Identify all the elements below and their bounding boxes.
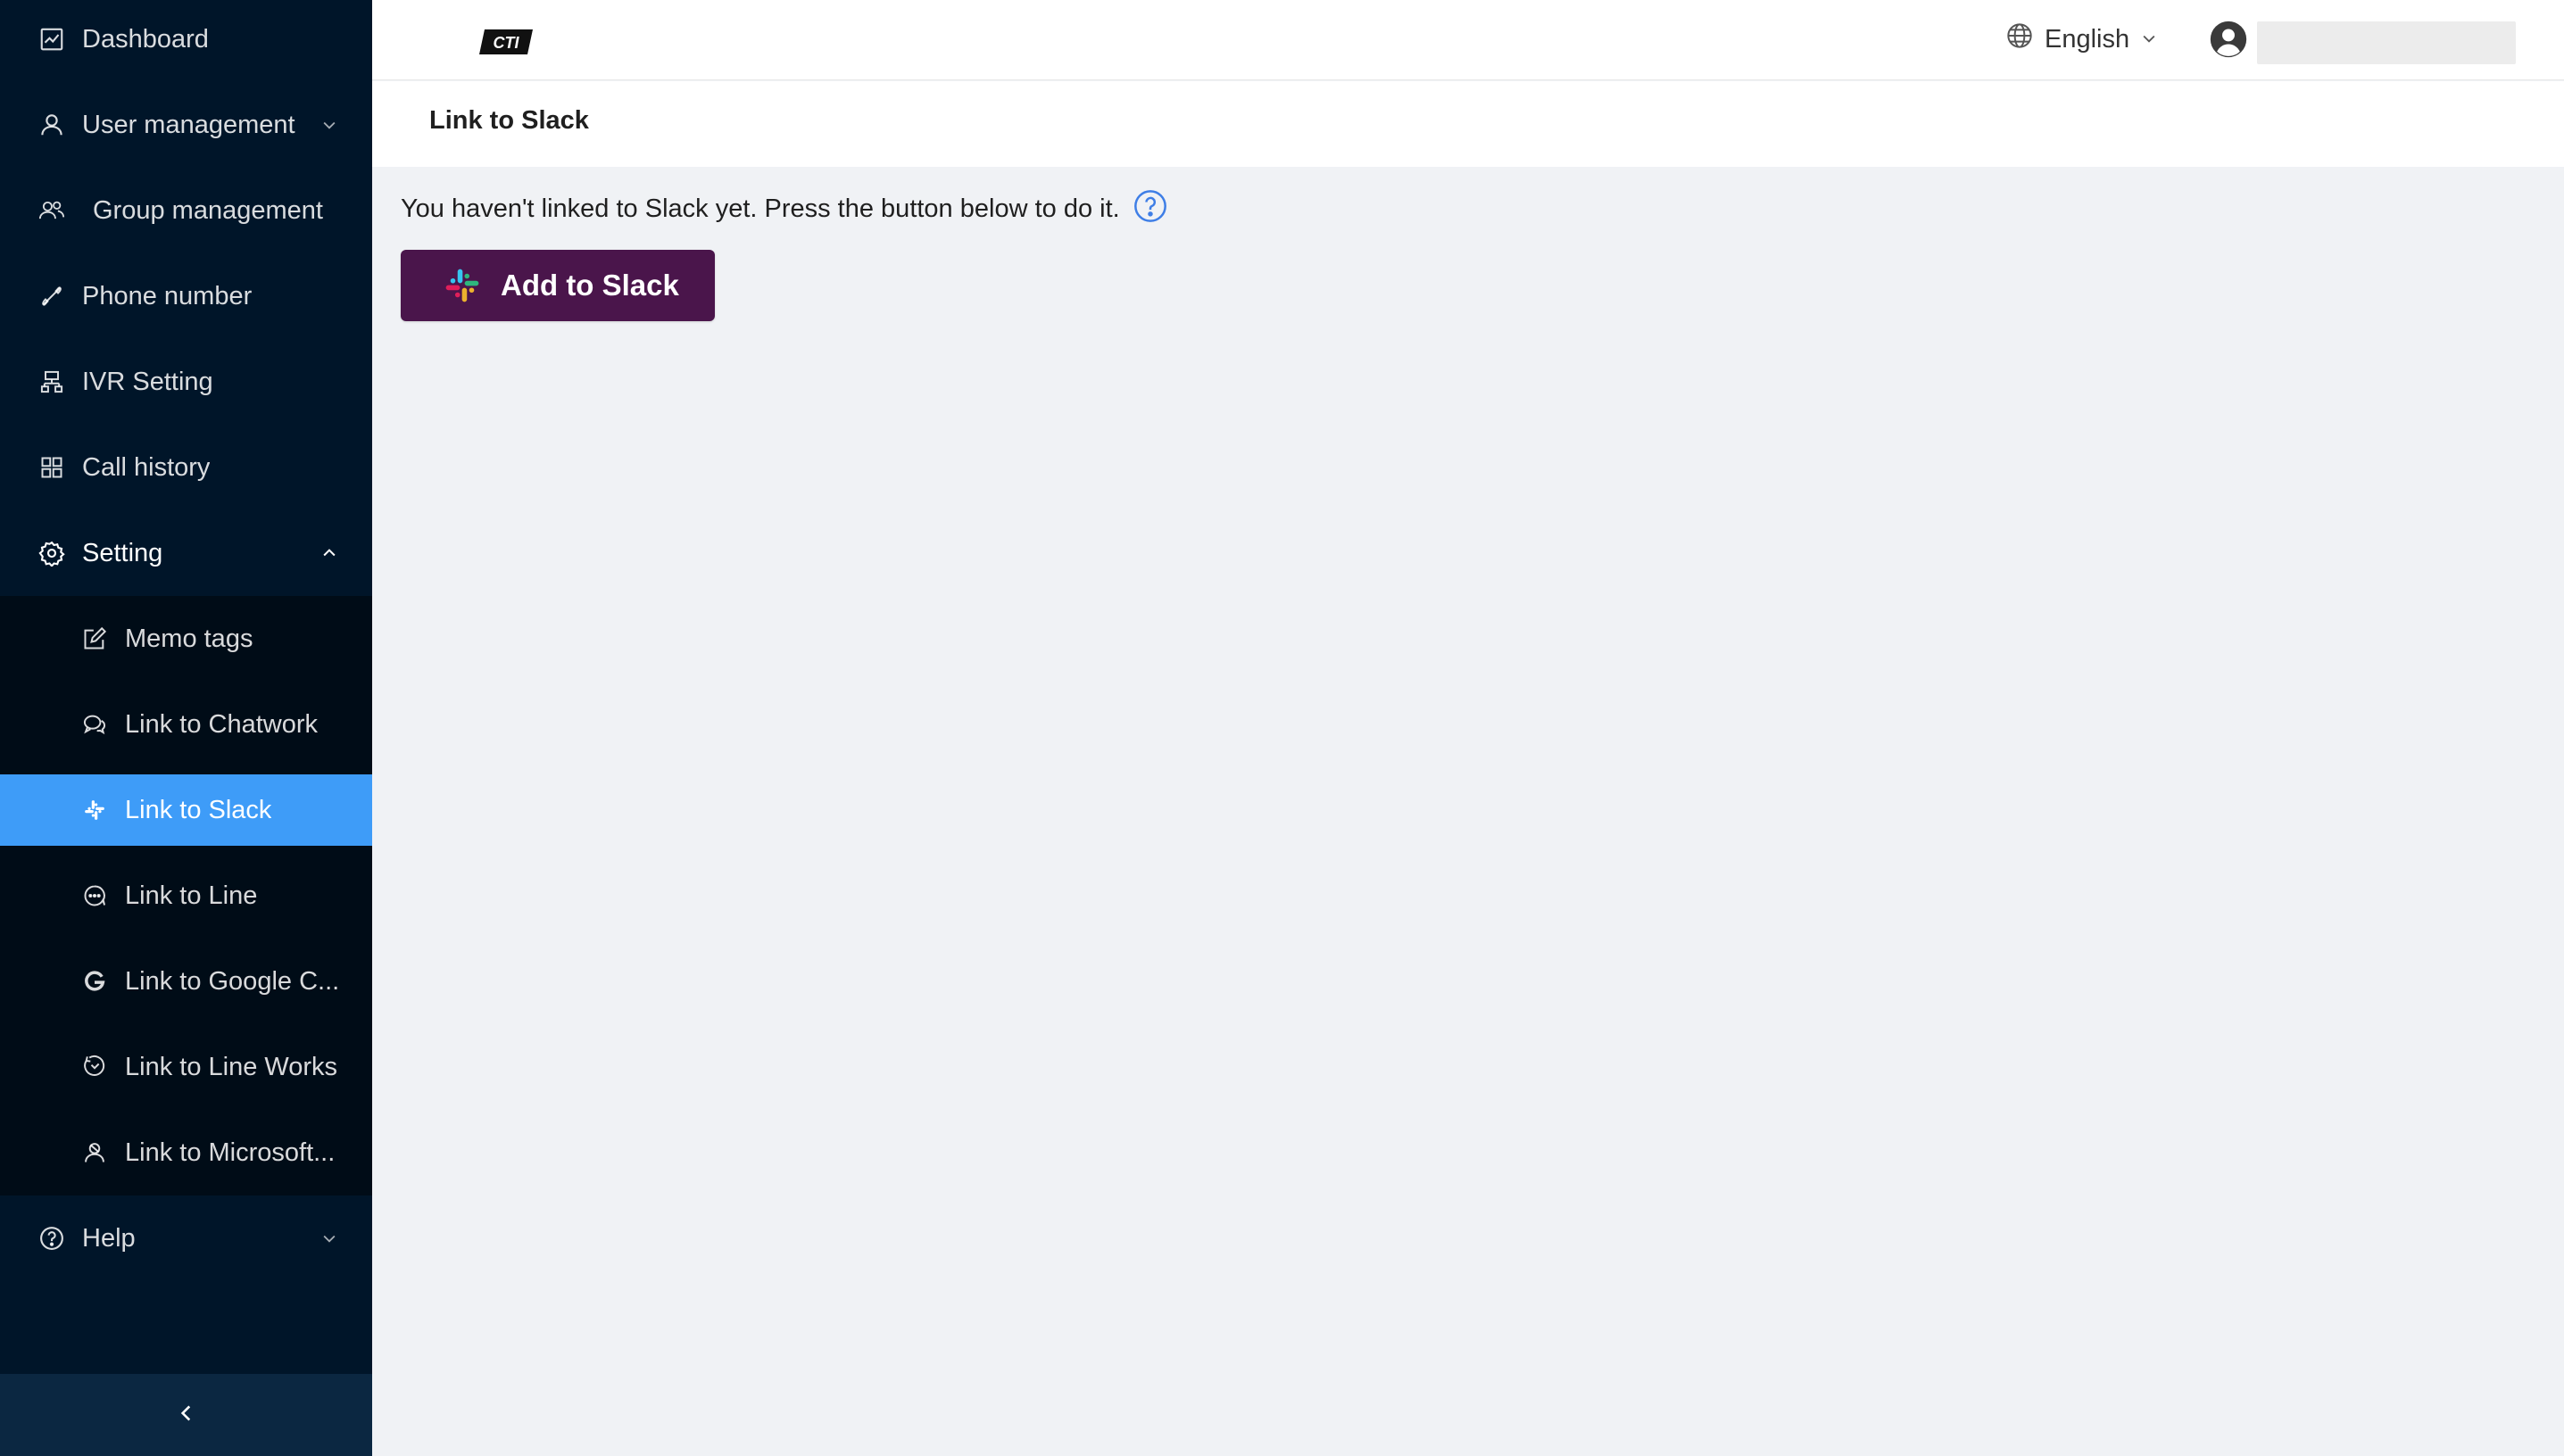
page-header: Link to Slack bbox=[372, 81, 2564, 167]
sidebar-item-link-google[interactable]: Link to Google C... bbox=[0, 946, 372, 1017]
chevron-down-icon bbox=[319, 1228, 340, 1249]
gear-icon bbox=[37, 539, 66, 567]
sidebar-collapse-button[interactable] bbox=[0, 1374, 372, 1456]
sidebar-item-help[interactable]: Help bbox=[0, 1203, 372, 1274]
line-works-icon bbox=[80, 1053, 109, 1081]
avatar[interactable] bbox=[2209, 20, 2248, 59]
sidebar-item-setting[interactable]: Setting bbox=[0, 517, 372, 589]
phone-icon bbox=[37, 282, 66, 310]
sidebar-item-link-microsoft[interactable]: Link to Microsoft... bbox=[0, 1117, 372, 1188]
google-icon bbox=[80, 967, 109, 996]
sidebar-item-user-management[interactable]: User management bbox=[0, 89, 372, 161]
sidebar-item-label: IVR Setting bbox=[82, 367, 213, 396]
sidebar-item-ivr-setting[interactable]: IVR Setting bbox=[0, 346, 372, 418]
user-name-redacted[interactable] bbox=[2257, 21, 2516, 64]
sidebar-item-label: Link to Slack bbox=[125, 795, 272, 824]
info-text: You haven't linked to Slack yet. Press t… bbox=[401, 194, 1120, 223]
cti-logo[interactable]: CTI bbox=[479, 29, 533, 54]
sidebar-item-label: User management bbox=[82, 110, 295, 139]
sidebar-item-label: Link to Microsoft... bbox=[125, 1138, 336, 1167]
add-to-slack-button[interactable]: Add to Slack bbox=[401, 250, 715, 321]
chevron-up-icon bbox=[319, 542, 340, 564]
sidebar-item-dashboard[interactable]: Dashboard bbox=[0, 4, 372, 75]
language-label: English bbox=[2045, 24, 2130, 54]
chevron-left-icon bbox=[175, 1402, 198, 1429]
edit-icon bbox=[80, 625, 109, 653]
add-to-slack-label: Add to Slack bbox=[501, 269, 679, 302]
main-content: You haven't linked to Slack yet. Press t… bbox=[401, 189, 1168, 321]
team-icon bbox=[37, 196, 66, 225]
sidebar-item-label: Link to Line bbox=[125, 881, 258, 910]
sidebar-item-label: Memo tags bbox=[125, 624, 253, 653]
globe-icon bbox=[2005, 21, 2034, 57]
chevron-down-icon bbox=[2140, 25, 2158, 54]
appstore-icon bbox=[37, 453, 66, 482]
sidebar-item-label: Phone number bbox=[82, 281, 253, 310]
slack-icon bbox=[80, 796, 109, 824]
sidebar-item-label: Help bbox=[82, 1223, 136, 1253]
page-title: Link to Slack bbox=[429, 106, 589, 135]
sidebar-item-phone-number[interactable]: Phone number bbox=[0, 261, 372, 332]
user-icon bbox=[37, 111, 66, 139]
sidebar-item-link-chatwork[interactable]: Link to Chatwork bbox=[0, 689, 372, 760]
top-header: CTI English bbox=[372, 0, 2564, 80]
sidebar-item-group-management[interactable]: Group management bbox=[0, 175, 372, 246]
chart-icon bbox=[37, 25, 66, 54]
sidebar-item-label: Link to Chatwork bbox=[125, 709, 318, 739]
slack-logo-icon bbox=[444, 267, 481, 304]
message-icon bbox=[80, 881, 109, 910]
sidebar-item-link-line-works[interactable]: Link to Line Works bbox=[0, 1031, 372, 1103]
sidebar-item-memo-tags[interactable]: Memo tags bbox=[0, 603, 372, 674]
microsoft-user-icon bbox=[80, 1138, 109, 1167]
help-icon[interactable] bbox=[1133, 188, 1168, 224]
sidebar-item-label: Group management bbox=[93, 195, 323, 225]
sidebar-item-label: Setting bbox=[82, 538, 163, 567]
sidebar-item-label: Dashboard bbox=[82, 24, 209, 54]
sidebar-item-link-line[interactable]: Link to Line bbox=[0, 860, 372, 931]
language-selector[interactable]: English bbox=[2005, 20, 2158, 59]
sidebar-item-label: Link to Google C... bbox=[125, 966, 340, 996]
question-icon bbox=[37, 1224, 66, 1253]
sidebar-item-link-slack[interactable]: Link to Slack bbox=[0, 774, 372, 846]
sidebar-item-label: Link to Line Works bbox=[125, 1052, 338, 1081]
chevron-down-icon bbox=[319, 114, 340, 136]
info-message: You haven't linked to Slack yet. Press t… bbox=[401, 189, 1168, 224]
sidebar-item-call-history[interactable]: Call history bbox=[0, 432, 372, 503]
cluster-icon bbox=[37, 368, 66, 396]
sidebar-item-label: Call history bbox=[82, 452, 211, 482]
chat-icon bbox=[80, 710, 109, 739]
logo-text: CTI bbox=[494, 34, 520, 52]
sidebar: Dashboard User management Group manageme… bbox=[0, 0, 372, 1456]
